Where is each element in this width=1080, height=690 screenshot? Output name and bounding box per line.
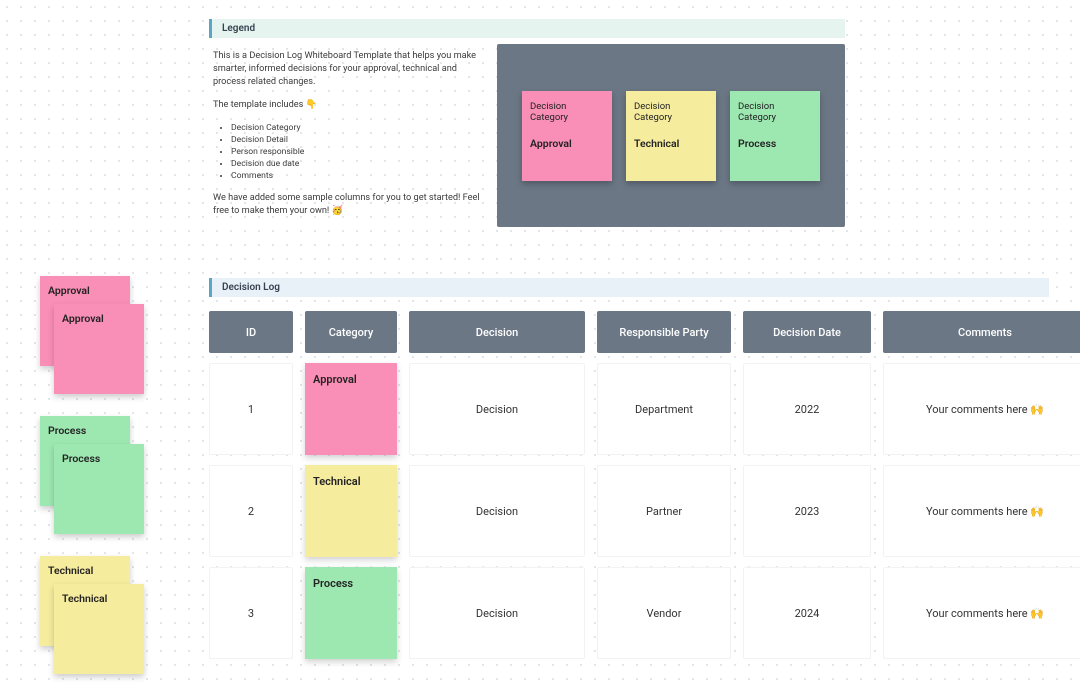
legend-bullet: Decision Category (231, 122, 487, 134)
cell-decision[interactable]: Decision (409, 465, 585, 557)
legend-sticky-approval[interactable]: Decision Category Approval (522, 91, 612, 181)
col-header-responsible: Responsible Party (597, 311, 731, 353)
cell-responsible[interactable]: Department (597, 363, 731, 455)
sidebar-note-process[interactable]: Process (54, 444, 144, 534)
decision-log-panel: Decision Log ID Category Decision Respon… (209, 278, 1049, 669)
legend-outro: We have added some sample columns for yo… (213, 192, 487, 218)
col-header-decision: Decision (409, 311, 585, 353)
cell-decision[interactable]: Decision (409, 567, 585, 659)
category-sticky-technical[interactable]: Technical (305, 465, 397, 557)
cell-category[interactable]: Approval (305, 363, 397, 455)
table-row: 3 Process Decision Vendor 2024 Your comm… (209, 567, 1049, 659)
legend-intro: This is a Decision Log Whiteboard Templa… (213, 50, 487, 89)
sidebar-note-approval[interactable]: Approval (54, 304, 144, 394)
cell-decision[interactable]: Decision (409, 363, 585, 455)
col-header-comments: Comments (883, 311, 1080, 353)
decision-log-title: Decision Log (209, 278, 1049, 297)
cell-comments[interactable]: Your comments here 🙌 (883, 465, 1080, 557)
sticky-type-label: Process (738, 137, 776, 150)
category-sticky-approval[interactable]: Approval (305, 363, 397, 455)
sticky-top-label: Decision Category (530, 101, 604, 123)
legend-bullet: Comments (231, 170, 487, 182)
sticky-top-label: Decision Category (738, 101, 812, 123)
decision-log-table: ID Category Decision Responsible Party D… (209, 311, 1049, 659)
table-row: 2 Technical Decision Partner 2023 Your c… (209, 465, 1049, 557)
cell-comments[interactable]: Your comments here 🙌 (883, 567, 1080, 659)
col-header-id: ID (209, 311, 293, 353)
legend-includes-label: The template includes 👇 (213, 99, 487, 112)
col-header-date: Decision Date (743, 311, 871, 353)
legend-sticky-stage: Decision Category Approval Decision Cate… (497, 44, 845, 227)
legend-title: Legend (209, 19, 845, 38)
sticky-type-label: Technical (634, 137, 679, 150)
col-header-category: Category (305, 311, 397, 353)
cell-id[interactable]: 3 (209, 567, 293, 659)
cell-category[interactable]: Technical (305, 465, 397, 557)
legend-sticky-technical[interactable]: Decision Category Technical (626, 91, 716, 181)
cell-responsible[interactable]: Vendor (597, 567, 731, 659)
sticky-top-label: Decision Category (634, 101, 708, 123)
legend-bullet: Decision Detail (231, 134, 487, 146)
sidebar-note-technical[interactable]: Technical (54, 584, 144, 674)
cell-comments[interactable]: Your comments here 🙌 (883, 363, 1080, 455)
legend-bullet: Decision due date (231, 158, 487, 170)
legend-bullet: Person responsible (231, 146, 487, 158)
cell-date[interactable]: 2022 (743, 363, 871, 455)
category-sticky-process[interactable]: Process (305, 567, 397, 659)
cell-date[interactable]: 2023 (743, 465, 871, 557)
cell-responsible[interactable]: Partner (597, 465, 731, 557)
sticky-type-label: Approval (530, 137, 572, 150)
table-row: 1 Approval Decision Department 2022 Your… (209, 363, 1049, 455)
cell-id[interactable]: 1 (209, 363, 293, 455)
legend-panel: Legend This is a Decision Log Whiteboard… (209, 19, 845, 227)
table-header-row: ID Category Decision Responsible Party D… (209, 311, 1049, 353)
cell-id[interactable]: 2 (209, 465, 293, 557)
cell-date[interactable]: 2024 (743, 567, 871, 659)
cell-category[interactable]: Process (305, 567, 397, 659)
legend-description: This is a Decision Log Whiteboard Templa… (209, 44, 487, 227)
legend-sticky-process[interactable]: Decision Category Process (730, 91, 820, 181)
